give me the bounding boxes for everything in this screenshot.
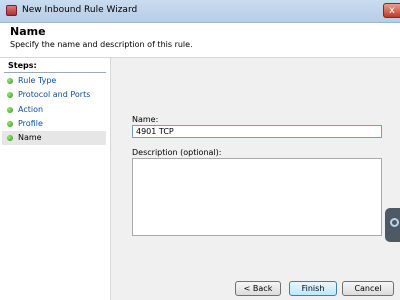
firewall-app-icon [6, 5, 17, 16]
step-rule-type[interactable]: Rule Type [2, 74, 106, 88]
step-protocol-and-ports[interactable]: Protocol and Ports [2, 88, 106, 102]
step-label: Profile [18, 119, 43, 128]
step-label: Protocol and Ports [18, 90, 91, 99]
step-current-icon [7, 135, 13, 141]
description-textarea[interactable] [132, 158, 382, 236]
name-input[interactable]: 4901 TCP [132, 125, 382, 138]
step-profile[interactable]: Profile [2, 117, 106, 131]
step-name[interactable]: Name [2, 131, 106, 145]
step-complete-icon [7, 92, 13, 98]
step-label: Rule Type [18, 76, 57, 85]
steps-heading: Steps: [8, 61, 37, 70]
step-complete-icon [7, 121, 13, 127]
step-label: Action [18, 105, 44, 114]
wizard-header: Name Specify the name and description of… [0, 23, 400, 58]
step-complete-icon [7, 107, 13, 113]
content-area: Name: 4901 TCP Description (optional): [111, 58, 400, 300]
close-button[interactable]: x [383, 3, 400, 18]
description-label: Description (optional): [132, 148, 222, 157]
steps-divider [4, 72, 106, 73]
step-action[interactable]: Action [2, 103, 106, 117]
window-title: New Inbound Rule Wizard [22, 5, 138, 15]
finish-button[interactable]: Finish [289, 281, 337, 296]
title-bar: New Inbound Rule Wizard x [0, 0, 400, 23]
steps-panel: Steps: Rule Type Protocol and Ports Acti… [0, 58, 111, 300]
name-label: Name: [132, 115, 159, 124]
step-complete-icon [7, 78, 13, 84]
side-tab-icon[interactable] [385, 208, 400, 242]
page-subtitle: Specify the name and description of this… [10, 40, 193, 49]
step-label: Name [18, 133, 42, 142]
cancel-button[interactable]: Cancel [342, 281, 394, 296]
back-button[interactable]: < Back [235, 281, 281, 296]
page-title: Name [10, 25, 46, 38]
